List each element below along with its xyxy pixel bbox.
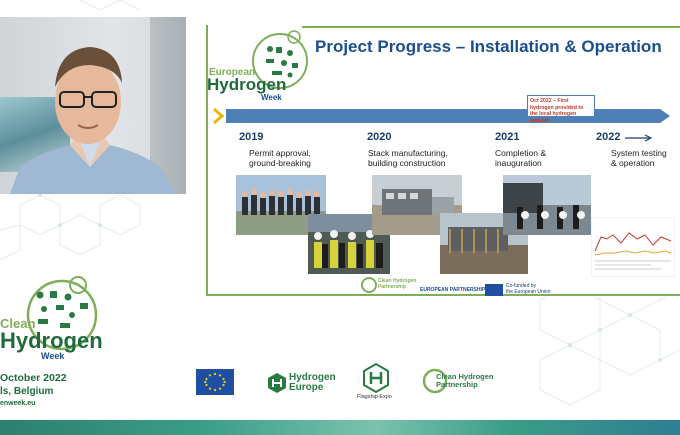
event-logo-line3: Week: [41, 351, 65, 361]
slide-footer-cofunded-line: the European Union: [506, 289, 551, 295]
timeline-callout: Oct 2022 – First hydrogen provided to th…: [527, 95, 595, 124]
slide-footer-partnership: Clean Hydrogen Partnership: [378, 278, 416, 290]
clean-hydrogen-partnership-line: Partnership: [436, 380, 478, 389]
milestone-text-2020: Stack manufacturing, building constructi…: [368, 148, 448, 168]
slide-title: Project Progress – Installation & Operat…: [315, 37, 662, 56]
clean-hydrogen-partnership-text: Clean Hydrogen Partnership: [436, 373, 494, 389]
event-city: ls, Belgium: [0, 386, 54, 397]
milestone-text-line: System testing: [611, 148, 667, 158]
speaker-person: [10, 47, 176, 194]
milestone-text-line: Completion &: [495, 148, 547, 158]
chevron-right-icon: [213, 107, 225, 125]
bottom-color-strip: [0, 420, 680, 435]
slide-frame-bottom: [206, 294, 680, 296]
milestone-year-2019: 2019: [239, 131, 264, 143]
hexagon-logo-icon: [268, 373, 286, 393]
milestone-text-line: Permit approval,: [249, 148, 311, 158]
slide-footer-partnership-line: Partnership: [378, 284, 406, 290]
logo-text-week: Week: [261, 93, 282, 102]
eu-flag-icon: [196, 369, 234, 395]
milestone-text-line: Stack manufacturing,: [368, 148, 448, 158]
arrow-right-icon: [625, 134, 653, 142]
milestone-text-2019: Permit approval, ground-breaking: [249, 148, 311, 168]
event-date: October 2022: [0, 372, 67, 384]
flagship-expo-logo-icon: [363, 362, 389, 394]
hydrogen-europe-line: Europe: [289, 382, 324, 393]
photo-system-chart: [591, 217, 675, 277]
milestone-text-line: inauguration: [495, 158, 542, 168]
event-website: enweek.eu: [0, 400, 36, 407]
logo-text-hydrogen: Hydrogen: [207, 75, 287, 94]
milestone-text-line: building construction: [368, 158, 446, 168]
milestone-year-2020: 2020: [367, 131, 392, 143]
milestone-text-line: ground-breaking: [249, 158, 311, 168]
flagship-expo-label: Flagship Expo: [357, 394, 392, 400]
milestone-text-2021: Completion & inauguration: [495, 148, 546, 168]
milestone-text-line: & operation: [611, 158, 655, 168]
slide-frame-top: [302, 26, 680, 28]
hydrogen-europe-logo-text: Hydrogen Europe: [289, 373, 336, 393]
eu-flag-icon: [485, 284, 503, 296]
milestone-year-2022: 2022: [596, 131, 621, 143]
webcam-video: [0, 17, 186, 194]
clean-hydrogen-partnership-logo-icon: [361, 277, 377, 293]
milestone-text-2022: System testing & operation: [611, 148, 667, 168]
milestone-year-2021: 2021: [495, 131, 520, 143]
timeline-arrowhead: [660, 109, 670, 123]
presentation-slide: European Hydrogen Week Project Progress …: [206, 17, 680, 297]
slide-footer-cofunded: Co-funded by the European Union: [506, 283, 550, 295]
slide-footer-european-partnership: EUROPEAN PARTNERSHIP: [420, 287, 486, 293]
photo-inauguration: [503, 175, 591, 235]
